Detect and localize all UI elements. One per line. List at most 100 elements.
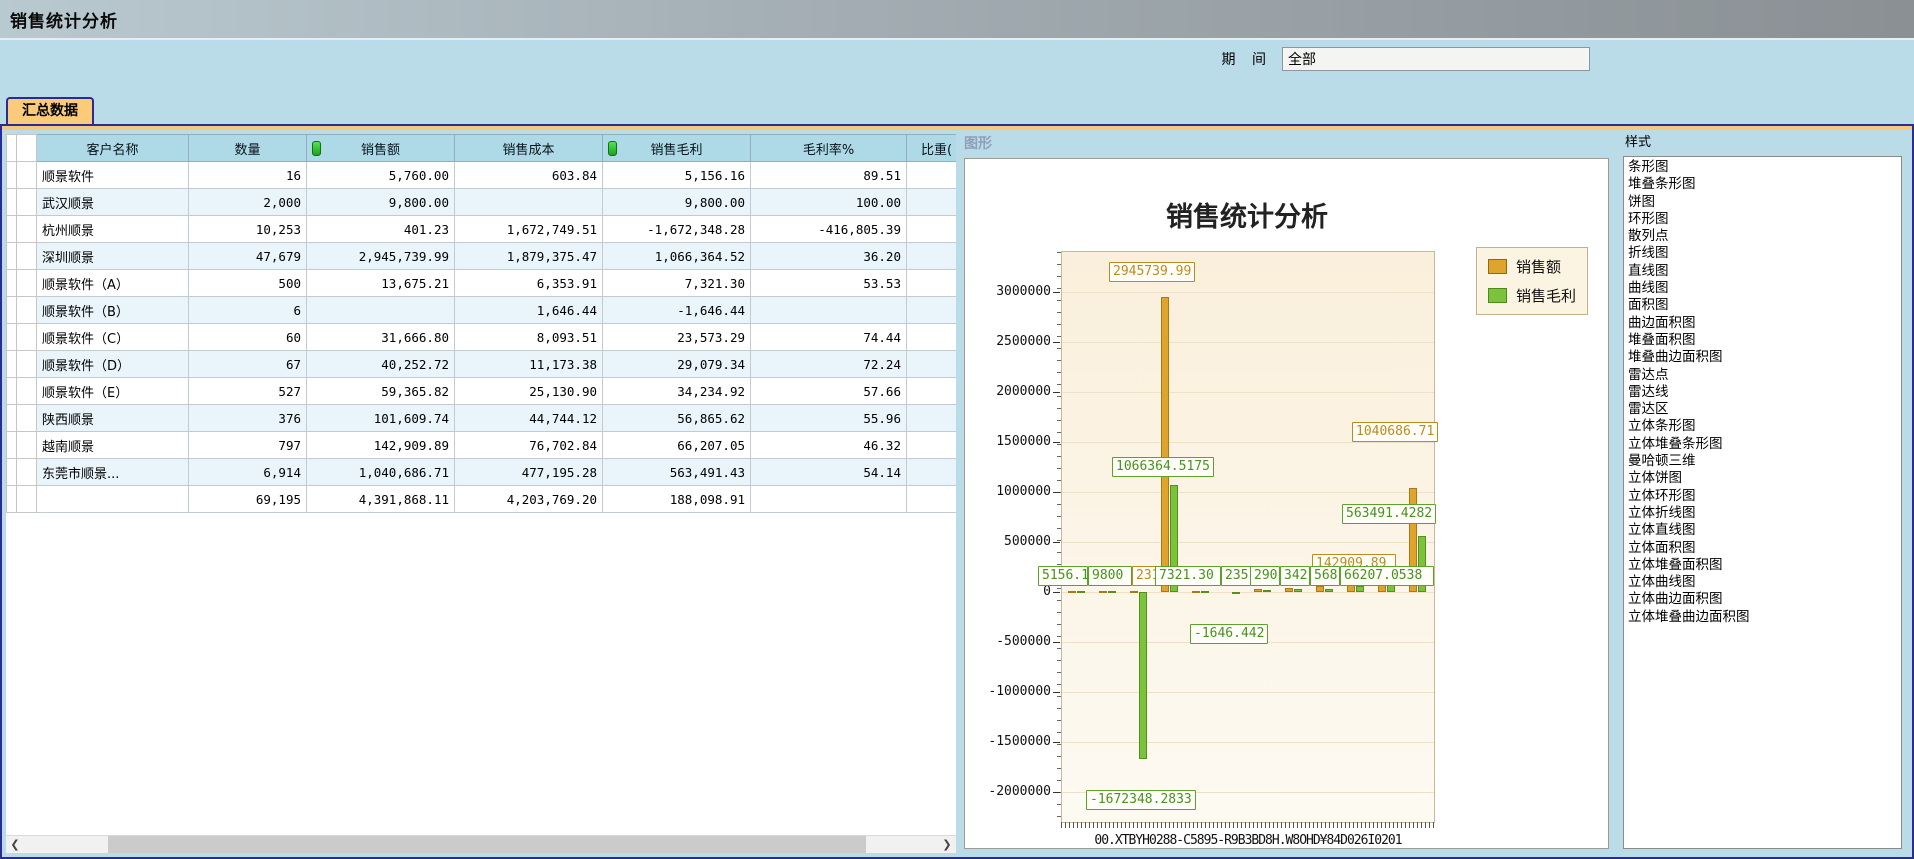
style-option[interactable]: 条形图: [1626, 159, 1899, 176]
table-cell[interactable]: [907, 216, 957, 243]
table-cell[interactable]: 376: [189, 405, 307, 432]
table-cell[interactable]: 6,914: [189, 459, 307, 486]
column-header-2[interactable]: 销售额: [307, 135, 455, 162]
table-cell[interactable]: 72.24: [751, 351, 907, 378]
table-cell[interactable]: [907, 270, 957, 297]
table-cell[interactable]: 188,098.91: [603, 486, 751, 513]
period-input[interactable]: [1282, 47, 1590, 71]
column-header-5[interactable]: 毛利率%: [751, 135, 907, 162]
table-cell[interactable]: [907, 297, 957, 324]
row-header-cell[interactable]: [17, 405, 37, 432]
table-cell[interactable]: [751, 297, 907, 324]
table-cell[interactable]: 顺景软件（A）: [37, 270, 189, 297]
table-cell[interactable]: 563,491.43: [603, 459, 751, 486]
table-cell[interactable]: 顺景软件: [37, 162, 189, 189]
row-header-cell[interactable]: [17, 216, 37, 243]
table-cell[interactable]: 67: [189, 351, 307, 378]
table-cell[interactable]: 1,672,749.51: [455, 216, 603, 243]
style-option[interactable]: 折线图: [1626, 245, 1899, 262]
row-header-cell[interactable]: [17, 378, 37, 405]
table-cell[interactable]: 47,679: [189, 243, 307, 270]
row-header-cell[interactable]: [17, 351, 37, 378]
table-cell[interactable]: 500: [189, 270, 307, 297]
style-option[interactable]: 曲线图: [1626, 280, 1899, 297]
table-cell[interactable]: [907, 243, 957, 270]
table-cell[interactable]: 7,321.30: [603, 270, 751, 297]
horizontal-scrollbar[interactable]: ❮ ❯: [6, 835, 956, 853]
table-cell[interactable]: 东莞市顺景...: [37, 459, 189, 486]
style-option[interactable]: 立体曲线图: [1626, 574, 1899, 591]
row-header-cell[interactable]: [7, 351, 17, 378]
table-cell[interactable]: 23,573.29: [603, 324, 751, 351]
row-header-cell[interactable]: [7, 486, 17, 513]
style-option[interactable]: 立体环形图: [1626, 488, 1899, 505]
style-option[interactable]: 雷达点: [1626, 367, 1899, 384]
row-header-cell[interactable]: [17, 162, 37, 189]
row-header-cell[interactable]: [17, 297, 37, 324]
style-option[interactable]: 堆叠面积图: [1626, 332, 1899, 349]
style-option[interactable]: 立体堆叠条形图: [1626, 436, 1899, 453]
table-cell[interactable]: 5,156.16: [603, 162, 751, 189]
table-cell[interactable]: 11,173.38: [455, 351, 603, 378]
table-cell[interactable]: 89.51: [751, 162, 907, 189]
table-cell[interactable]: -1,672,348.28: [603, 216, 751, 243]
table-cell[interactable]: 16: [189, 162, 307, 189]
style-option[interactable]: 立体堆叠曲边面积图: [1626, 609, 1899, 626]
table-cell[interactable]: -1,646.44: [603, 297, 751, 324]
table-cell[interactable]: 477,195.28: [455, 459, 603, 486]
table-cell[interactable]: 杭州顺景: [37, 216, 189, 243]
table-cell[interactable]: 顺景软件（E）: [37, 378, 189, 405]
table-cell[interactable]: [907, 378, 957, 405]
table-cell[interactable]: 10,253: [189, 216, 307, 243]
table-cell[interactable]: [907, 324, 957, 351]
column-header-1[interactable]: 数量: [189, 135, 307, 162]
table-cell[interactable]: [907, 486, 957, 513]
row-header-cell[interactable]: [17, 243, 37, 270]
table-cell[interactable]: 56,865.62: [603, 405, 751, 432]
row-header-cell[interactable]: [17, 324, 37, 351]
row-header-cell[interactable]: [17, 189, 37, 216]
table-cell[interactable]: 6,353.91: [455, 270, 603, 297]
style-option[interactable]: 立体条形图: [1626, 418, 1899, 435]
style-option[interactable]: 环形图: [1626, 211, 1899, 228]
table-cell[interactable]: 527: [189, 378, 307, 405]
table-cell[interactable]: 142,909.89: [307, 432, 455, 459]
row-header-cell[interactable]: [7, 270, 17, 297]
style-option[interactable]: 直线图: [1626, 263, 1899, 280]
style-option[interactable]: 立体面积图: [1626, 540, 1899, 557]
table-cell[interactable]: 40,252.72: [307, 351, 455, 378]
row-header-cell[interactable]: [7, 243, 17, 270]
style-option[interactable]: 雷达线: [1626, 384, 1899, 401]
table-cell[interactable]: [907, 432, 957, 459]
table-cell[interactable]: 69,195: [189, 486, 307, 513]
row-header-cell[interactable]: [7, 432, 17, 459]
scroll-left-button[interactable]: ❮: [6, 836, 24, 853]
table-cell[interactable]: 2,000: [189, 189, 307, 216]
table-cell[interactable]: 31,666.80: [307, 324, 455, 351]
table-cell[interactable]: 1,879,375.47: [455, 243, 603, 270]
table-cell[interactable]: 5,760.00: [307, 162, 455, 189]
table-cell[interactable]: [307, 297, 455, 324]
table-cell[interactable]: 1,040,686.71: [307, 459, 455, 486]
table-cell[interactable]: 101,609.74: [307, 405, 455, 432]
style-option[interactable]: 立体饼图: [1626, 470, 1899, 487]
table-cell[interactable]: 9,800.00: [307, 189, 455, 216]
row-header-cell[interactable]: [7, 459, 17, 486]
table-cell[interactable]: 武汉顺景: [37, 189, 189, 216]
table-cell[interactable]: 55.96: [751, 405, 907, 432]
row-header-cell[interactable]: [7, 162, 17, 189]
table-cell[interactable]: 603.84: [455, 162, 603, 189]
table-cell[interactable]: 59,365.82: [307, 378, 455, 405]
table-cell[interactable]: 29,079.34: [603, 351, 751, 378]
table-cell[interactable]: 74.44: [751, 324, 907, 351]
table-cell[interactable]: [907, 162, 957, 189]
table-cell[interactable]: 53.53: [751, 270, 907, 297]
table-cell[interactable]: 57.66: [751, 378, 907, 405]
style-option[interactable]: 雷达区: [1626, 401, 1899, 418]
row-header-cell[interactable]: [17, 432, 37, 459]
table-cell[interactable]: 34,234.92: [603, 378, 751, 405]
table-cell[interactable]: 顺景软件（D）: [37, 351, 189, 378]
column-header-4[interactable]: 销售毛利: [603, 135, 751, 162]
table-cell[interactable]: 8,093.51: [455, 324, 603, 351]
table-cell[interactable]: [907, 405, 957, 432]
